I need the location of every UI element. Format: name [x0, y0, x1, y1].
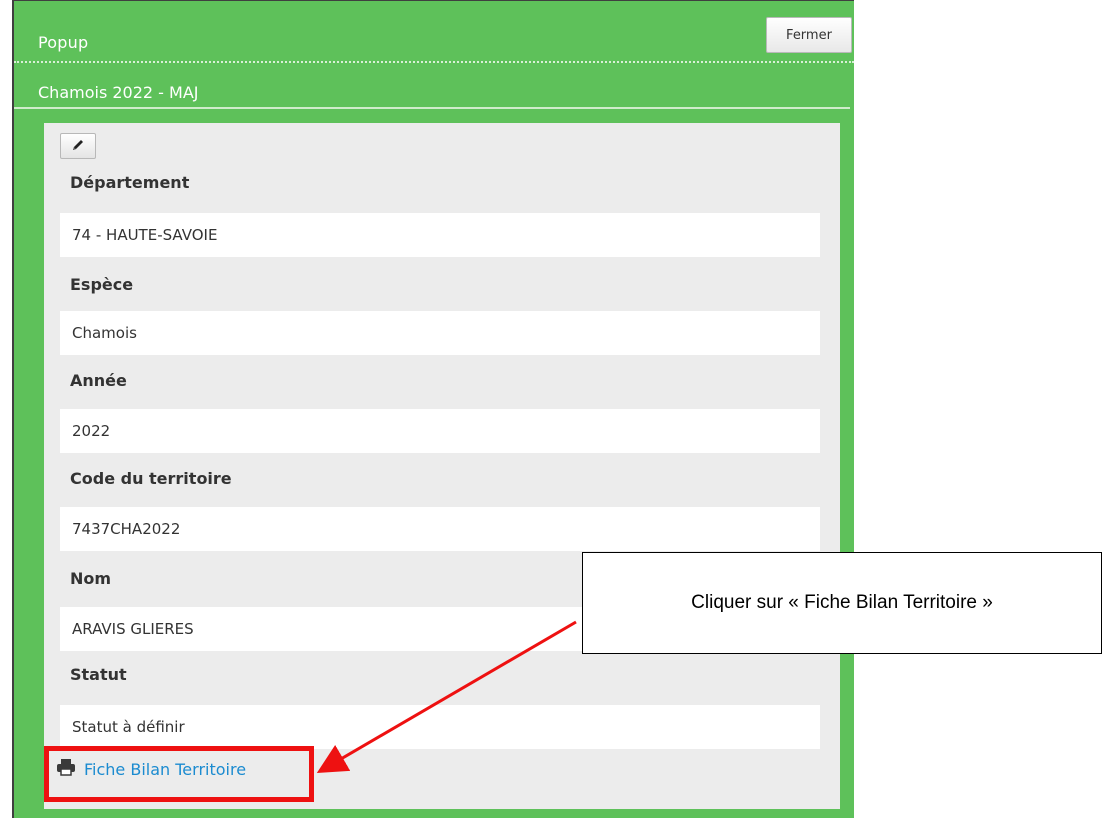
form-panel: Département 74 - HAUTE-SAVOIE Espèce Cha… — [44, 123, 840, 809]
field-label-espece: Espèce — [70, 275, 134, 294]
record-header: Chamois 2022 - MAJ — [14, 63, 850, 109]
field-value-annee[interactable]: 2022 — [60, 409, 820, 453]
field-value-statut[interactable]: Statut à définir — [60, 705, 820, 749]
pencil-icon — [71, 137, 85, 156]
field-value-espece[interactable]: Chamois — [60, 311, 820, 355]
field-label-departement: Département — [70, 173, 190, 192]
field-label-nom: Nom — [70, 569, 112, 588]
popup-window: Popup Fermer Chamois 2022 - MAJ Départem… — [12, 0, 854, 818]
edit-button[interactable] — [60, 133, 96, 159]
field-value-departement[interactable]: 74 - HAUTE-SAVOIE — [60, 213, 820, 257]
popup-header: Popup Fermer — [14, 1, 854, 63]
close-button[interactable]: Fermer — [766, 17, 852, 53]
field-label-annee: Année — [70, 371, 127, 390]
record-title: Chamois 2022 - MAJ — [38, 83, 199, 102]
callout-text: Cliquer sur « Fiche Bilan Territoire » — [691, 592, 993, 613]
field-value-code-territoire[interactable]: 7437CHA2022 — [60, 507, 820, 551]
highlight-box — [44, 746, 314, 802]
popup-title: Popup — [38, 33, 89, 52]
annotation-callout: Cliquer sur « Fiche Bilan Territoire » — [582, 552, 1102, 654]
field-label-code-territoire: Code du territoire — [70, 469, 232, 488]
field-label-statut: Statut — [70, 665, 127, 684]
